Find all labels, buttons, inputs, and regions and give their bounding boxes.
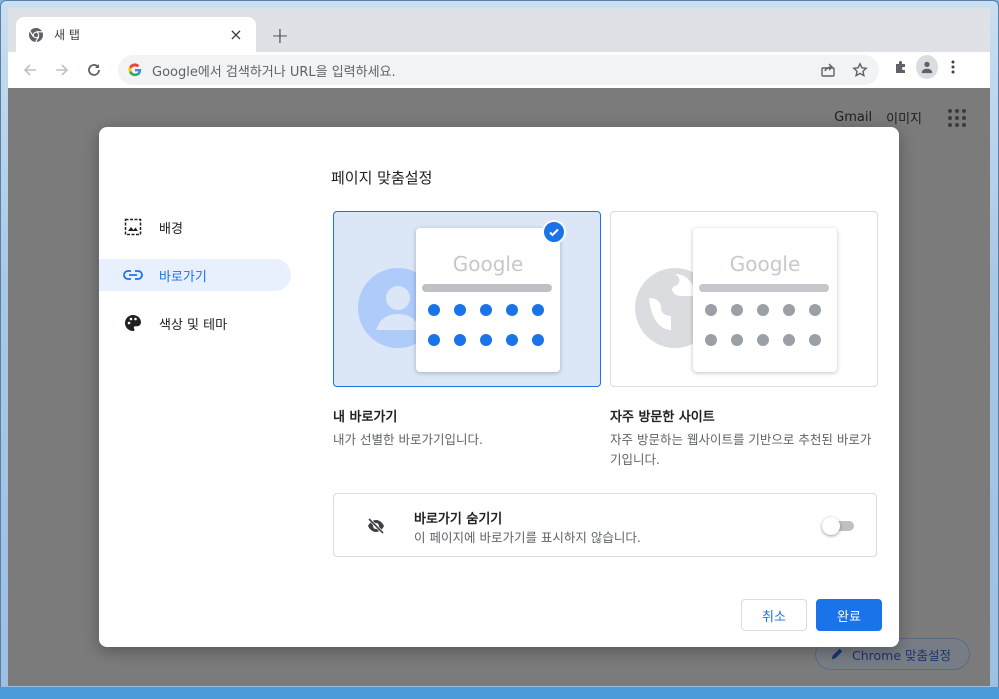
apps-grid-icon[interactable] xyxy=(948,108,966,127)
new-tab-button[interactable]: + xyxy=(266,22,294,50)
tab-strip: 새 탭 × + xyxy=(8,8,990,52)
profile-button[interactable] xyxy=(916,55,938,79)
check-icon xyxy=(542,220,566,244)
google-g-icon xyxy=(128,63,142,77)
reload-button[interactable] xyxy=(80,56,108,84)
hide-shortcuts-title: 바로가기 숨기기 xyxy=(414,512,503,527)
preview-tiles xyxy=(428,304,544,346)
cancel-button[interactable]: 취소 xyxy=(741,599,807,631)
pencil-icon xyxy=(831,648,843,660)
sidebar-item-label: 배경 xyxy=(159,221,183,237)
hide-shortcuts-desc: 이 페이지에 바로가기를 표시하지 않습니다. xyxy=(414,530,641,545)
sidebar-item-label: 바로가기 xyxy=(159,269,207,285)
share-button[interactable] xyxy=(817,59,839,81)
arrow-right-icon xyxy=(56,64,69,76)
tab-title: 새 탭 xyxy=(54,28,80,42)
more-vert-icon xyxy=(951,60,955,74)
most-visited-label: 자주 방문한 사이트 xyxy=(610,410,715,425)
star-icon xyxy=(852,62,868,77)
sidebar-item-shortcuts[interactable]: 바로가기 xyxy=(99,259,291,291)
close-tab-icon[interactable]: × xyxy=(228,26,244,43)
visibility-off-icon xyxy=(367,517,385,535)
sidebar-item-color-theme[interactable]: 색상 및 테마 xyxy=(99,307,291,339)
puzzle-icon xyxy=(896,61,905,73)
image-icon xyxy=(123,217,143,237)
gmail-link[interactable]: Gmail xyxy=(834,110,872,125)
my-shortcuts-label: 내 바로가기 xyxy=(333,410,398,425)
my-shortcuts-desc: 내가 선별한 바로가기입니다. xyxy=(333,432,483,447)
customize-dialog: 배경 바로가기 색상 및 테마 페이지 맞춤설정 Google Google 내… xyxy=(99,127,899,647)
customize-chrome-label: Chrome 맞춤설정 xyxy=(852,647,952,663)
dialog-sidebar: 배경 바로가기 색상 및 테마 xyxy=(99,211,299,355)
most-visited-preview: Google xyxy=(693,228,837,372)
toolbar: Google에서 검색하거나 URL을 입력하세요. xyxy=(8,52,990,88)
person-icon xyxy=(921,61,933,74)
link-icon xyxy=(123,265,143,285)
hide-shortcuts-row[interactable]: 바로가기 숨기기 이 페이지에 바로가기를 표시하지 않습니다. xyxy=(333,493,877,557)
menu-button[interactable] xyxy=(942,56,964,78)
avatar xyxy=(916,55,938,79)
hide-shortcuts-toggle[interactable] xyxy=(822,516,854,536)
preview-tiles xyxy=(705,304,821,346)
desktop-strip xyxy=(0,687,999,699)
arrow-left-icon xyxy=(23,64,36,76)
share-icon xyxy=(821,63,835,77)
google-logo: Google xyxy=(452,252,524,276)
most-visited-card[interactable]: Google xyxy=(610,211,878,387)
omnibox[interactable]: Google에서 검색하거나 URL을 입력하세요. xyxy=(118,55,879,85)
toolbar-right xyxy=(890,55,964,79)
back-button[interactable] xyxy=(16,56,44,84)
preview-searchbar xyxy=(699,284,829,292)
top-links: Gmail 이미지 xyxy=(834,108,966,127)
most-visited-desc: 자주 방문하는 웹사이트를 기반으로 추천된 바로가기입니다. xyxy=(610,432,872,467)
omnibox-placeholder: Google에서 검색하거나 URL을 입력하세요. xyxy=(152,64,396,80)
palette-icon xyxy=(123,313,143,333)
reload-icon xyxy=(88,64,100,76)
google-logo: Google xyxy=(729,252,801,276)
preview-searchbar xyxy=(422,284,552,292)
bookmark-button[interactable] xyxy=(849,59,871,81)
tab-new-tab[interactable]: 새 탭 × xyxy=(16,17,256,52)
my-shortcuts-card[interactable]: Google xyxy=(333,211,601,387)
omnibox-actions xyxy=(817,59,871,81)
images-link[interactable]: 이미지 xyxy=(886,108,922,127)
dialog-title: 페이지 맞춤설정 xyxy=(331,169,433,187)
forward-button[interactable] xyxy=(48,56,76,84)
done-button[interactable]: 완료 xyxy=(816,599,882,631)
sidebar-item-background[interactable]: 배경 xyxy=(99,211,291,243)
chrome-icon xyxy=(29,27,43,42)
sidebar-item-label: 색상 및 테마 xyxy=(159,317,228,333)
extensions-button[interactable] xyxy=(890,56,912,78)
shortcuts-preview: Google xyxy=(416,228,560,372)
